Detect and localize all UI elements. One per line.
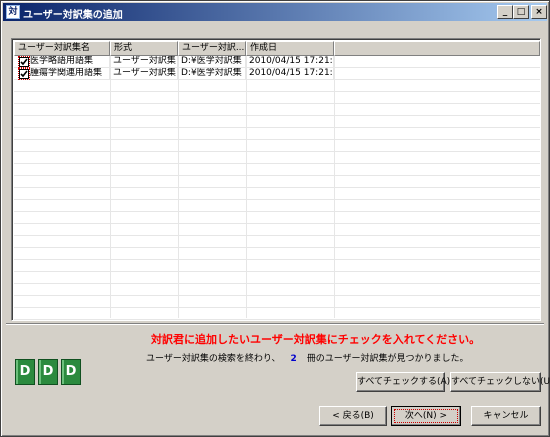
uncheck-all-button[interactable]: すべてチェックしない(U) xyxy=(450,372,550,392)
grid-line xyxy=(178,56,179,318)
dictionary-date: 2010/04/15 17:21:29 xyxy=(246,68,334,80)
dialog-window: 対 ユーザー対訳集の追加 _ □ × ユーザー対訳集名 形式 ユーザー対訳...… xyxy=(0,0,550,437)
empty-row xyxy=(14,140,540,152)
next-button[interactable]: 次へ(N) > xyxy=(391,406,461,426)
empty-row xyxy=(14,92,540,104)
found-count: 2 xyxy=(290,354,297,364)
empty-row xyxy=(14,80,540,92)
row-name-cell: 医学略語用語集 xyxy=(14,56,110,68)
close-button[interactable]: × xyxy=(531,5,547,19)
empty-row xyxy=(14,116,540,128)
dictionary-format: ユーザー対訳集 xyxy=(110,68,178,80)
empty-row xyxy=(14,152,540,164)
maximize-button[interactable]: □ xyxy=(513,5,529,19)
empty-row xyxy=(14,212,540,224)
dictionary-path: D:¥医学対訳集 xyxy=(178,56,246,68)
empty-row xyxy=(14,224,540,236)
app-icon: 対 xyxy=(6,5,20,19)
instruction-text: 対訳君に追加したいユーザー対訳集にチェックを入れてください。 xyxy=(151,333,481,346)
empty-row xyxy=(14,308,540,320)
empty-row xyxy=(14,236,540,248)
grid-line xyxy=(246,56,247,318)
column-header-name[interactable]: ユーザー対訳集名 xyxy=(14,41,110,56)
column-header-filler xyxy=(334,41,540,56)
back-button[interactable]: < 戻る(B) xyxy=(319,406,387,426)
row-checkbox[interactable] xyxy=(18,68,30,80)
table-row[interactable]: 腫瘍学関連用語集 ユーザー対訳集 D:¥医学対訳集 2010/04/15 17:… xyxy=(14,68,540,80)
empty-row xyxy=(14,284,540,296)
dictionary-list[interactable]: ユーザー対訳集名 形式 ユーザー対訳... 作成日 医学略語用語集 ユーザー対訳… xyxy=(11,38,541,321)
book-icon: D xyxy=(38,359,58,385)
dictionary-name: 腫瘍学関連用語集 xyxy=(30,68,103,78)
empty-row xyxy=(14,128,540,140)
empty-row xyxy=(14,272,540,284)
book-icon: D xyxy=(15,359,35,385)
empty-row xyxy=(14,248,540,260)
dictionary-path: D:¥医学対訳集 xyxy=(178,68,246,80)
status-prefix: ユーザー対訳集の検索を終わり、 xyxy=(146,354,281,364)
column-header-path[interactable]: ユーザー対訳... xyxy=(178,41,246,56)
empty-row xyxy=(14,176,540,188)
table-row[interactable]: 医学略語用語集 ユーザー対訳集 D:¥医学対訳集 2010/04/15 17:2… xyxy=(14,56,540,68)
grid-line xyxy=(110,56,111,318)
grid-line xyxy=(334,56,335,318)
empty-row xyxy=(14,260,540,272)
empty-row xyxy=(14,200,540,212)
empty-row xyxy=(14,188,540,200)
empty-row xyxy=(14,296,540,308)
window-title: ユーザー対訳集の追加 xyxy=(23,10,123,21)
book-icon: D xyxy=(61,359,81,385)
cancel-button[interactable]: キャンセル xyxy=(471,406,541,426)
check-all-button[interactable]: すべてチェックする(A) xyxy=(356,372,450,392)
title-bar[interactable]: 対 ユーザー対訳集の追加 _ □ × xyxy=(3,3,547,21)
row-name-cell: 腫瘍学関連用語集 xyxy=(14,68,110,80)
dictionary-name: 医学略語用語集 xyxy=(30,56,94,66)
status-text: ユーザー対訳集の検索を終わり、 2 冊のユーザー対訳集が見つかりました。 xyxy=(146,351,469,364)
list-header: ユーザー対訳集名 形式 ユーザー対訳... 作成日 xyxy=(14,41,540,56)
dictionary-date: 2010/04/15 17:21:25 xyxy=(246,56,334,68)
column-header-format[interactable]: 形式 xyxy=(110,41,178,56)
empty-row xyxy=(14,104,540,116)
separator xyxy=(6,323,544,325)
empty-row xyxy=(14,164,540,176)
dictionary-format: ユーザー対訳集 xyxy=(110,56,178,68)
status-suffix: 冊のユーザー対訳集が見つかりました。 xyxy=(306,354,469,364)
row-checkbox[interactable] xyxy=(18,56,30,68)
column-header-date[interactable]: 作成日 xyxy=(246,41,334,56)
minimize-button[interactable]: _ xyxy=(497,5,513,19)
